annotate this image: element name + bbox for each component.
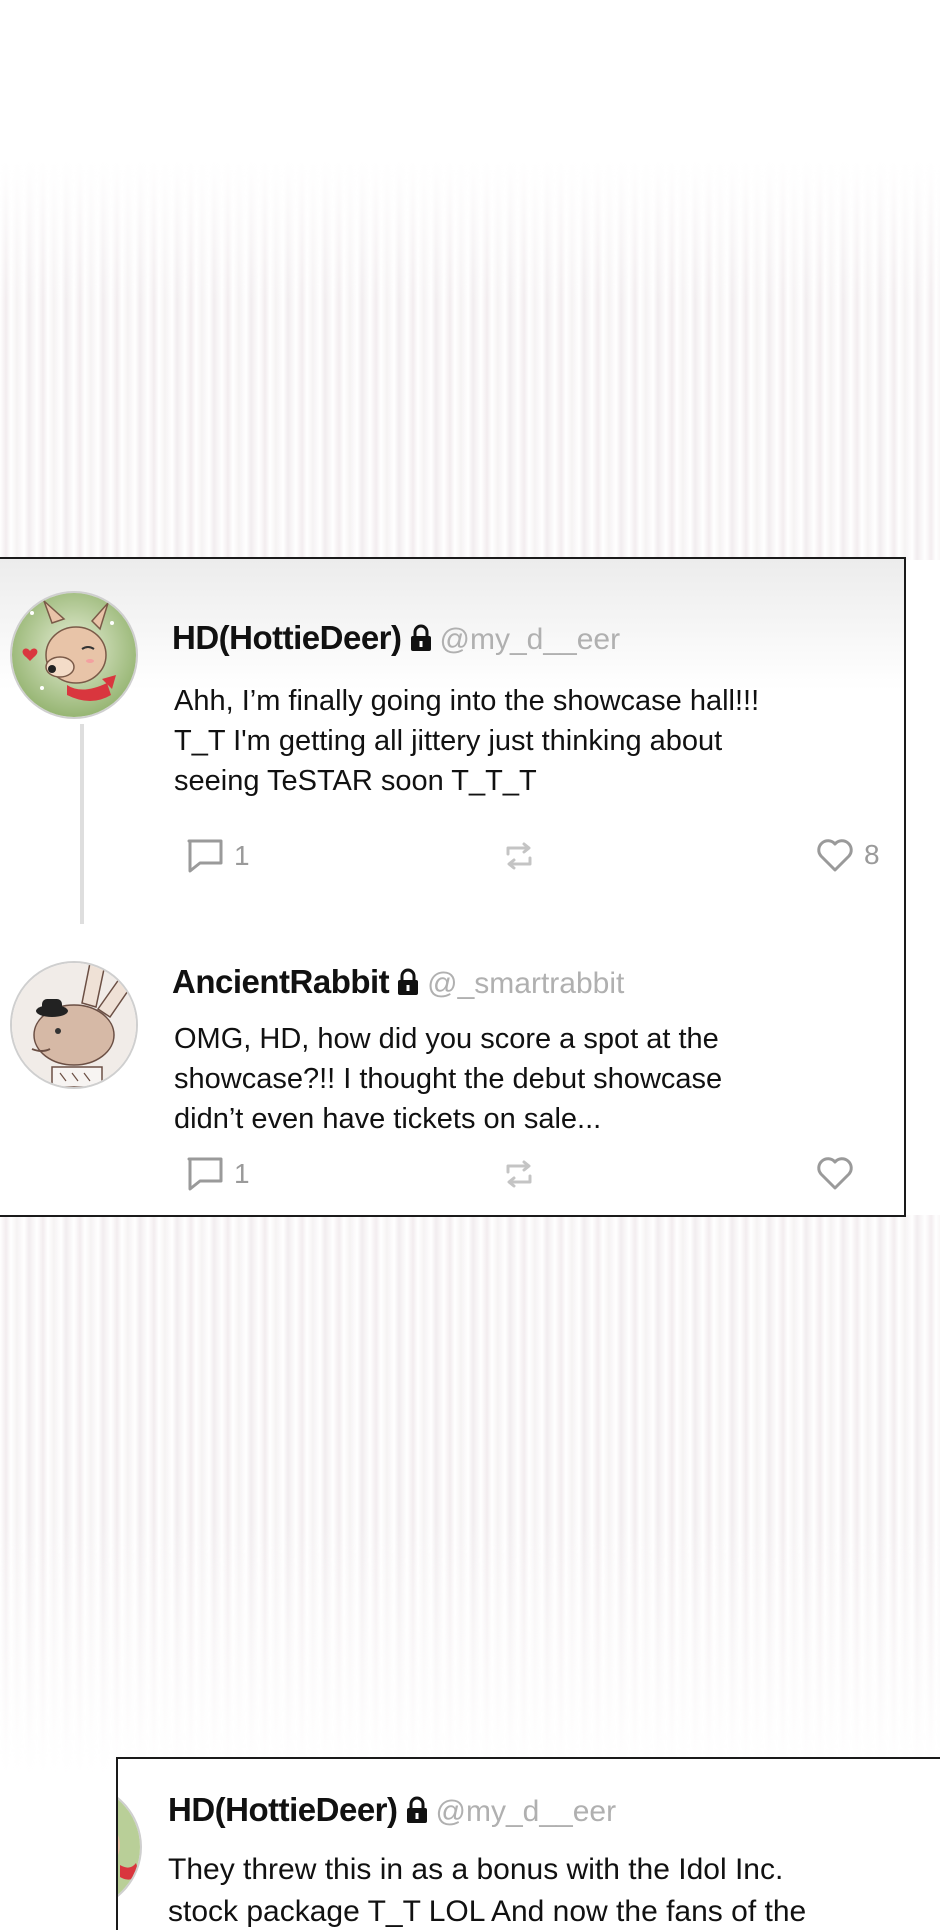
deer-avatar[interactable]: [10, 591, 138, 719]
retweet-icon: [506, 1160, 532, 1188]
reply-count: 1: [234, 840, 250, 871]
rabbit-avatar-image: [12, 963, 136, 1087]
display-name[interactable]: AncientRabbit: [172, 963, 390, 1001]
post-actions: 1: [0, 1155, 904, 1195]
reply-count: 1: [234, 1158, 250, 1189]
social-thread-panel-partial: HD(HottieDeer) @my_d__eer They threw thi…: [116, 1757, 940, 1930]
post-body-line: They threw this in as a bonus with the I…: [168, 1853, 784, 1886]
striped-background-top: [0, 160, 940, 560]
post-body-line: T_T I'm getting all jittery just thinkin…: [174, 725, 723, 757]
thread-connector-line: [80, 724, 84, 924]
post-actions: 1 8: [0, 837, 904, 877]
rabbit-avatar[interactable]: [10, 961, 138, 1089]
retweet-icon: [506, 842, 532, 870]
reply-button[interactable]: 1: [186, 837, 250, 875]
deer-avatar[interactable]: [118, 1783, 142, 1911]
user-handle[interactable]: @_smartrabbit: [427, 967, 624, 1001]
deer-avatar-image: [12, 593, 136, 717]
deer-avatar-image: [118, 1785, 140, 1909]
lock-icon: [395, 968, 421, 1001]
social-thread-panel: HD(HottieDeer) @my_d__eer Ahh, I’m final…: [0, 557, 906, 1217]
post-body-line: showcase?!! I thought the debut showcase: [174, 1063, 723, 1095]
post-body-line: seeing TeSTAR soon T_T_T: [174, 765, 537, 797]
like-button[interactable]: [816, 1155, 854, 1191]
comic-page: HD(HottieDeer) @my_d__eer Ahh, I’m final…: [0, 0, 940, 1930]
post-body-line: OMG, HD, how did you score a spot at the: [174, 1023, 719, 1055]
lock-icon: [408, 624, 434, 657]
user-handle[interactable]: @my_d__eer: [436, 1795, 617, 1829]
speech-bubble-icon: [187, 1157, 223, 1191]
speech-bubble-icon: [187, 839, 223, 873]
post-body: Ahh, I’m finally going into the showcase…: [174, 681, 759, 801]
like-count: 8: [864, 839, 880, 870]
post-body-line: didn’t even have tickets on sale...: [174, 1103, 602, 1135]
striped-background-bottom: [0, 1215, 940, 1775]
display-name[interactable]: HD(HottieDeer): [168, 1791, 398, 1829]
post-body-line: Ahh, I’m finally going into the showcase…: [174, 685, 760, 717]
post-body-line: stock package T_T LOL And now the fans o…: [168, 1895, 807, 1928]
post-body: OMG, HD, how did you score a spot at the…: [174, 1019, 722, 1139]
heart-icon: [817, 839, 853, 872]
post-body: They threw this in as a bonus with the I…: [168, 1849, 806, 1930]
reply-button[interactable]: 1: [186, 1155, 250, 1193]
post-header: AncientRabbit @_smartrabbit: [172, 963, 624, 1001]
heart-icon: [817, 1157, 853, 1190]
user-handle[interactable]: @my_d__eer: [440, 623, 621, 657]
retweet-button[interactable]: [502, 839, 536, 873]
post-header: HD(HottieDeer) @my_d__eer: [172, 619, 620, 657]
retweet-button[interactable]: [502, 1157, 536, 1191]
display-name[interactable]: HD(HottieDeer): [172, 619, 402, 657]
lock-icon: [404, 1796, 430, 1829]
post-header: HD(HottieDeer) @my_d__eer: [168, 1791, 616, 1829]
like-button[interactable]: 8: [816, 837, 880, 873]
